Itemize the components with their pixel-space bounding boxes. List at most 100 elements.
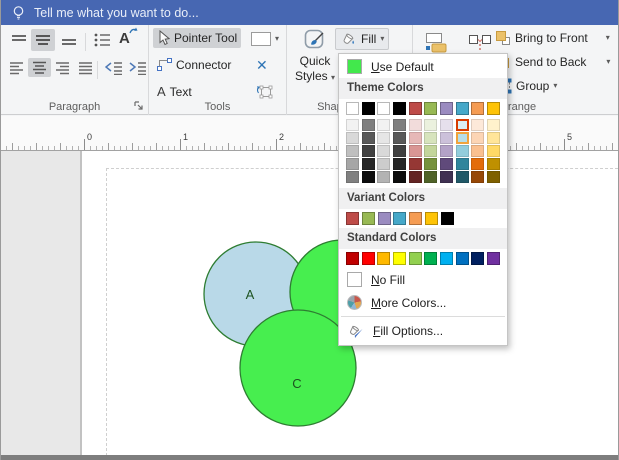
increase-indent-button[interactable] — [125, 59, 151, 77]
fill-button[interactable]: Fill ▾ — [335, 28, 389, 50]
color-swatch[interactable] — [456, 171, 469, 183]
fill-options-item[interactable]: Fill Options... — [339, 319, 507, 343]
color-swatch[interactable] — [409, 145, 422, 157]
color-swatch[interactable] — [471, 252, 484, 265]
decrease-indent-button[interactable] — [101, 59, 127, 77]
color-swatch[interactable] — [424, 145, 437, 157]
color-swatch[interactable] — [377, 145, 390, 157]
color-swatch[interactable] — [424, 158, 437, 170]
use-default-item[interactable]: Use Default — [339, 54, 507, 78]
color-swatch[interactable] — [409, 119, 422, 131]
color-swatch[interactable] — [362, 212, 375, 225]
color-swatch[interactable] — [377, 102, 390, 115]
color-swatch[interactable] — [346, 145, 359, 157]
tell-me-text[interactable]: Tell me what you want to do... — [34, 6, 199, 20]
color-swatch[interactable] — [456, 145, 469, 157]
color-swatch[interactable] — [440, 119, 453, 131]
quick-styles-button[interactable]: Quick Styles ▾ — [293, 28, 337, 84]
color-swatch[interactable] — [362, 158, 375, 170]
color-swatch[interactable] — [393, 252, 406, 265]
color-swatch[interactable] — [487, 145, 500, 157]
color-swatch[interactable] — [487, 102, 500, 115]
color-swatch[interactable] — [487, 132, 500, 144]
color-swatch[interactable] — [377, 119, 390, 131]
color-swatch[interactable] — [409, 132, 422, 144]
color-swatch[interactable] — [440, 252, 453, 265]
color-swatch[interactable] — [346, 132, 359, 144]
color-swatch[interactable] — [346, 119, 359, 131]
color-swatch[interactable] — [440, 145, 453, 157]
color-swatch[interactable] — [346, 212, 359, 225]
color-swatch[interactable] — [471, 158, 484, 170]
color-swatch[interactable] — [393, 145, 406, 157]
font-size-button[interactable]: A — [115, 28, 134, 49]
color-swatch[interactable] — [393, 132, 406, 144]
color-swatch[interactable] — [487, 158, 500, 170]
color-swatch[interactable] — [393, 212, 406, 225]
pointer-tool-button[interactable]: Pointer Tool — [153, 28, 241, 48]
color-swatch[interactable] — [456, 102, 469, 115]
color-swatch[interactable] — [456, 252, 469, 265]
color-swatch[interactable] — [471, 119, 484, 131]
color-swatch[interactable] — [456, 158, 469, 170]
color-swatch[interactable] — [441, 212, 454, 225]
color-swatch[interactable] — [393, 158, 406, 170]
color-swatch[interactable] — [471, 145, 484, 157]
color-swatch[interactable] — [346, 252, 359, 265]
color-swatch[interactable] — [487, 252, 500, 265]
no-fill-item[interactable]: No Fill — [339, 268, 507, 291]
align-bottom-button[interactable] — [57, 31, 81, 49]
color-swatch-selected[interactable] — [456, 119, 469, 131]
color-swatch[interactable] — [377, 252, 390, 265]
color-swatch[interactable] — [409, 212, 422, 225]
color-swatch[interactable] — [409, 252, 422, 265]
rectangle-tool-button[interactable]: ▾ — [247, 30, 283, 48]
align-top-button[interactable] — [7, 31, 31, 49]
align-center-button[interactable] — [28, 58, 51, 77]
color-swatch[interactable] — [440, 171, 453, 183]
color-swatch[interactable] — [424, 132, 437, 144]
color-swatch[interactable] — [393, 119, 406, 131]
bring-to-front-button[interactable]: Bring to Front ▾ — [491, 28, 614, 48]
color-swatch[interactable] — [393, 171, 406, 183]
color-swatch[interactable] — [487, 171, 500, 183]
color-swatch[interactable] — [393, 102, 406, 115]
color-swatch[interactable] — [377, 132, 390, 144]
bullets-button[interactable] — [89, 30, 115, 50]
color-swatch[interactable] — [424, 171, 437, 183]
color-swatch[interactable] — [471, 171, 484, 183]
color-swatch[interactable] — [362, 252, 375, 265]
color-swatch[interactable] — [377, 171, 390, 183]
color-swatch[interactable] — [440, 132, 453, 144]
connection-point-button[interactable]: ✕ — [252, 55, 272, 76]
color-swatch[interactable] — [362, 132, 375, 144]
justify-button[interactable] — [74, 59, 97, 77]
color-swatch[interactable] — [440, 102, 453, 115]
paragraph-dialog-launcher[interactable] — [134, 101, 144, 111]
color-swatch[interactable] — [424, 119, 437, 131]
color-swatch[interactable] — [346, 158, 359, 170]
align-right-button[interactable] — [51, 59, 74, 77]
color-swatch[interactable] — [346, 171, 359, 183]
text-button[interactable]: A Text — [153, 82, 196, 101]
color-swatch[interactable] — [377, 158, 390, 170]
color-swatch[interactable] — [440, 158, 453, 170]
color-swatch[interactable] — [487, 119, 500, 131]
connector-button[interactable]: Connector — [153, 56, 235, 74]
color-swatch[interactable] — [471, 132, 484, 144]
color-swatch[interactable] — [362, 102, 375, 115]
tell-me-bar[interactable]: Tell me what you want to do... — [1, 0, 618, 25]
more-colors-item[interactable]: More Colors... — [339, 291, 507, 314]
color-swatch[interactable] — [362, 119, 375, 131]
send-to-back-button[interactable]: Send to Back ▾ — [491, 52, 614, 72]
color-swatch[interactable] — [409, 171, 422, 183]
color-swatch[interactable] — [378, 212, 391, 225]
color-swatch-selected[interactable] — [456, 132, 469, 144]
color-swatch[interactable] — [425, 212, 438, 225]
color-swatch[interactable] — [424, 102, 437, 115]
color-swatch[interactable] — [409, 158, 422, 170]
color-swatch[interactable] — [424, 252, 437, 265]
align-middle-button[interactable] — [31, 29, 55, 51]
color-swatch[interactable] — [409, 102, 422, 115]
color-swatch[interactable] — [362, 145, 375, 157]
